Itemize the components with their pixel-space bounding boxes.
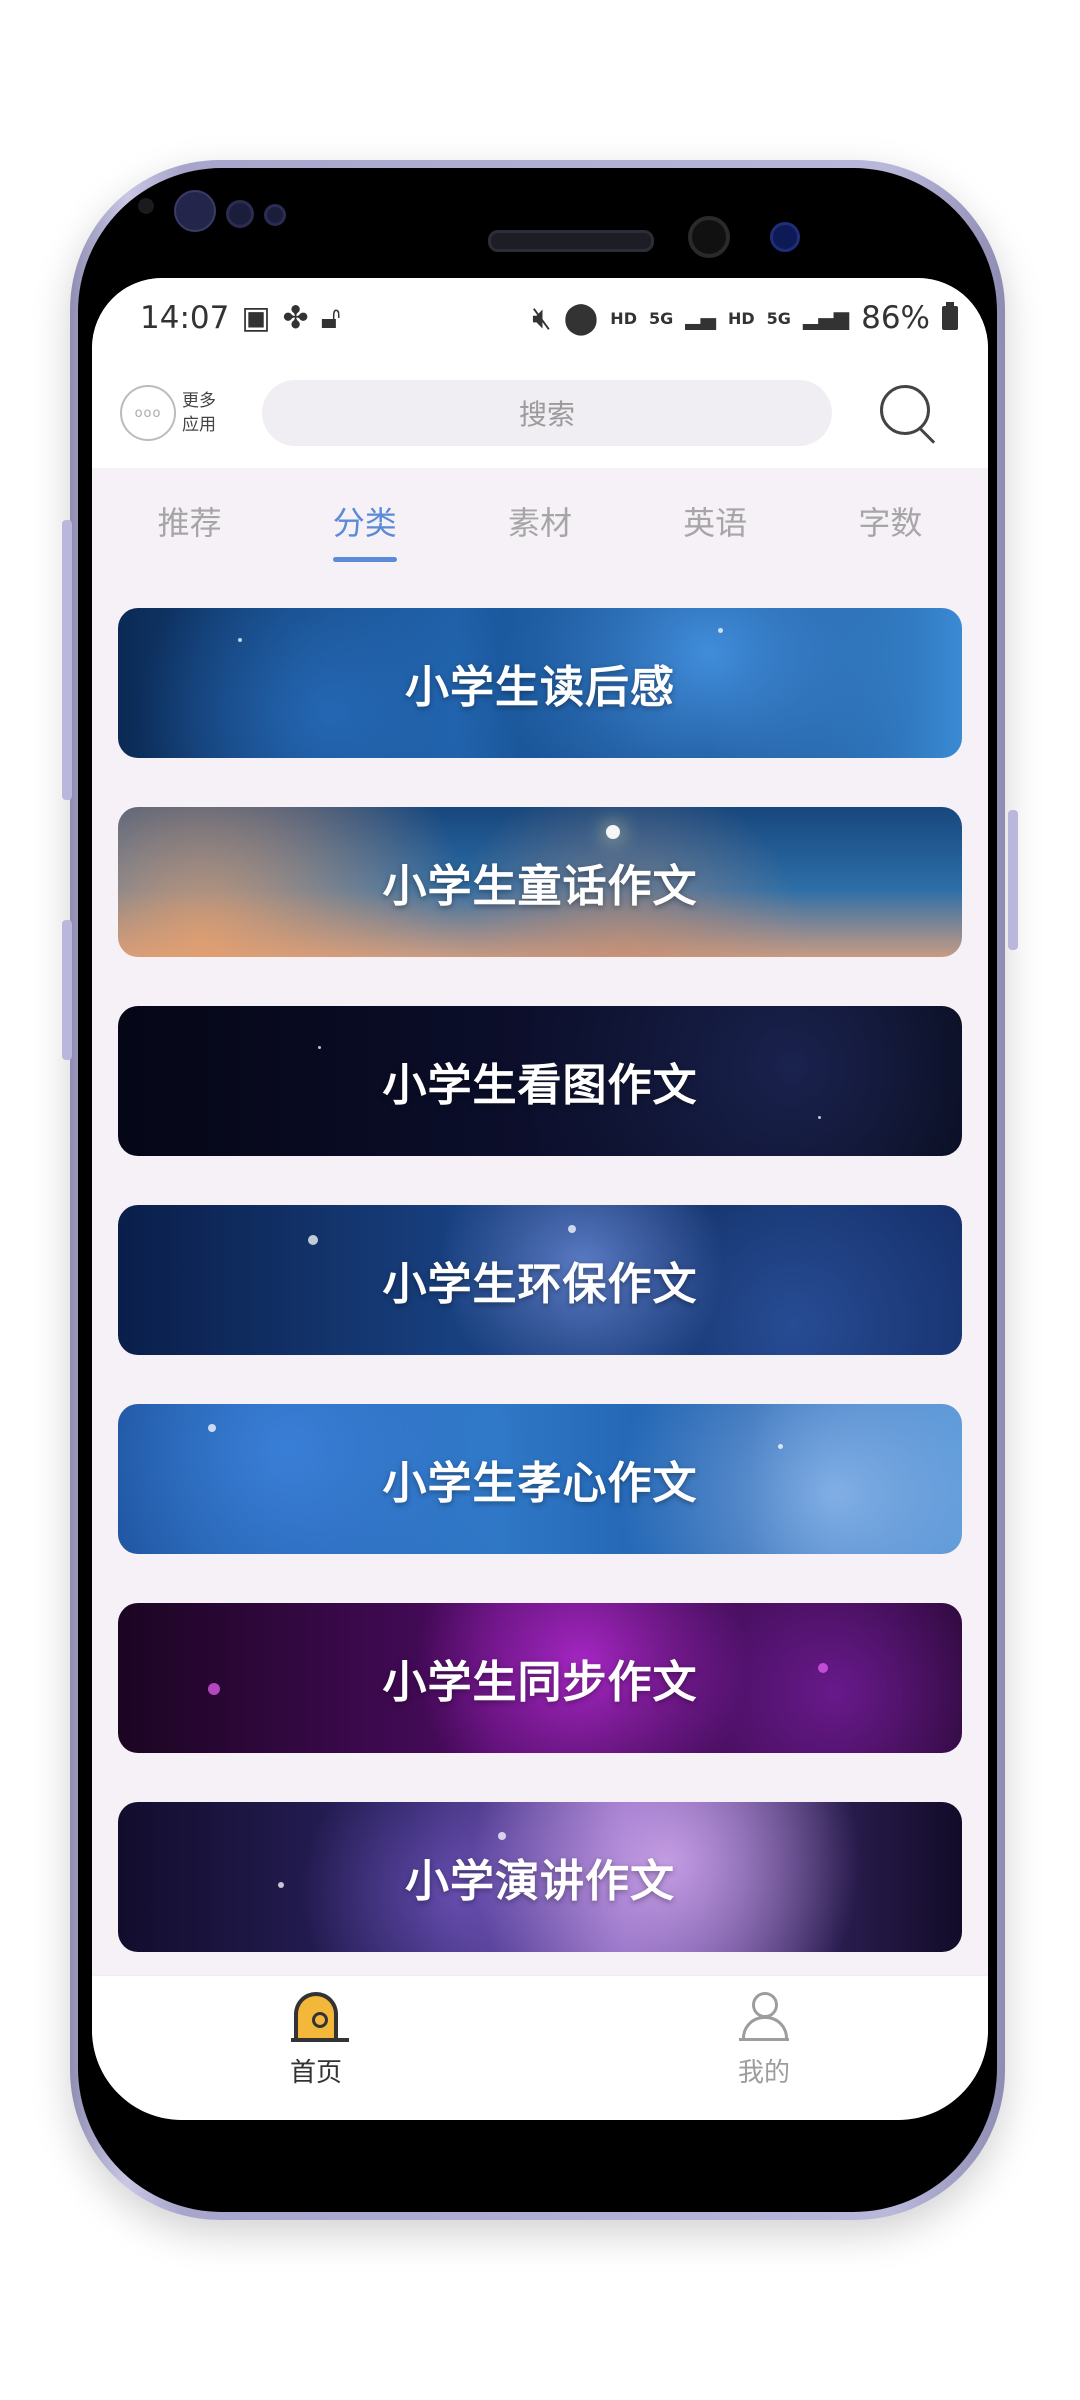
category-label: 小学生环保作文 (382, 1259, 698, 1310)
category-label: 小学演讲作文 (405, 1856, 675, 1907)
tab-material[interactable]: 素材 (500, 488, 580, 558)
category-card-speech[interactable]: 小学演讲作文 (118, 1802, 962, 1952)
search-placeholder: 搜索 (518, 398, 575, 431)
bottom-navigation: 首页 我的 (92, 1975, 988, 2120)
mute-icon: 🔇︎ (532, 299, 552, 336)
app-notification-icon: ✤ (282, 300, 309, 336)
lock-icon: 🔓︎ (320, 299, 341, 336)
category-label: 小学生童话作文 (382, 861, 698, 912)
hd-label: HD (728, 308, 755, 328)
proximity-sensor (770, 222, 800, 252)
sensor-dot (138, 198, 154, 214)
nav-me-label: 我的 (737, 2058, 790, 2088)
iris-camera (174, 190, 216, 232)
nav-home-label: 首页 (289, 2058, 342, 2088)
network-label: 5G (648, 308, 674, 328)
hd-label: HD (610, 308, 637, 328)
category-card-environment[interactable]: 小学生环保作文 (118, 1205, 962, 1355)
category-label: 小学生看图作文 (382, 1060, 698, 1111)
more-apps-label: 更多 应用 (182, 389, 216, 437)
category-list: 小学生读后感 小学生童话作文 小学生看图作文 小学生环保作文 小学生孝心作文 小… (118, 608, 962, 2080)
category-card-synchronized[interactable]: 小学生同步作文 (118, 1603, 962, 1753)
gallery-icon: ▣ (241, 300, 271, 336)
tab-category[interactable]: 分类 (325, 488, 405, 562)
network-label: 5G (766, 308, 791, 328)
app-screen: 14:07 ▣ ✤ 🔓︎ 🔇︎ ⬤ HD 5G ▂▄ HD 5G ▂▄▆ 86%… (92, 278, 988, 2120)
front-camera (688, 216, 730, 258)
battery-icon (942, 302, 958, 330)
more-apps-button[interactable]: ooo 更多 应用 (120, 385, 240, 441)
bixby-button (62, 520, 72, 800)
signal-icon: ▂▄▆ (802, 306, 850, 330)
search-icon[interactable] (876, 381, 940, 445)
search-input[interactable]: 搜索 (262, 380, 832, 446)
category-tabs: 推荐 分类 素材 英语 字数 (92, 468, 988, 578)
nav-home[interactable]: 首页 (216, 1992, 416, 2089)
clock: 14:07 (140, 300, 230, 336)
more-apps-line1: 更多 (182, 391, 216, 411)
sensor-dot (264, 204, 286, 226)
category-card-fairy-tale[interactable]: 小学生童话作文 (118, 807, 962, 957)
volume-button (62, 920, 72, 1060)
earpiece-speaker (488, 230, 654, 252)
location-icon: ⬤ (563, 300, 599, 336)
category-card-reading-reflection[interactable]: 小学生读后感 (118, 608, 962, 758)
battery-percent: 86% (861, 300, 930, 336)
category-label: 小学生读后感 (405, 662, 675, 713)
status-bar: 14:07 ▣ ✤ 🔓︎ 🔇︎ ⬤ HD 5G ▂▄ HD 5G ▂▄▆ 86% (92, 278, 988, 358)
sensor-dot (226, 200, 254, 228)
category-label: 小学生孝心作文 (382, 1458, 698, 1509)
tab-recommend[interactable]: 推荐 (150, 488, 230, 558)
tab-english[interactable]: 英语 (675, 488, 755, 558)
category-card-filial-piety[interactable]: 小学生孝心作文 (118, 1404, 962, 1554)
tab-word-count[interactable]: 字数 (850, 488, 930, 558)
nav-me[interactable]: 我的 (664, 1992, 864, 2089)
power-button (1008, 810, 1018, 950)
more-apps-icon: ooo (120, 385, 176, 441)
more-apps-line2: 应用 (182, 415, 216, 435)
signal-icon: ▂▄ (685, 306, 716, 330)
category-label: 小学生同步作文 (382, 1657, 698, 1708)
app-header: ooo 更多 应用 搜索 (92, 358, 988, 468)
home-icon (291, 1992, 349, 2042)
user-icon (739, 1992, 789, 2042)
category-card-picture-writing[interactable]: 小学生看图作文 (118, 1006, 962, 1156)
